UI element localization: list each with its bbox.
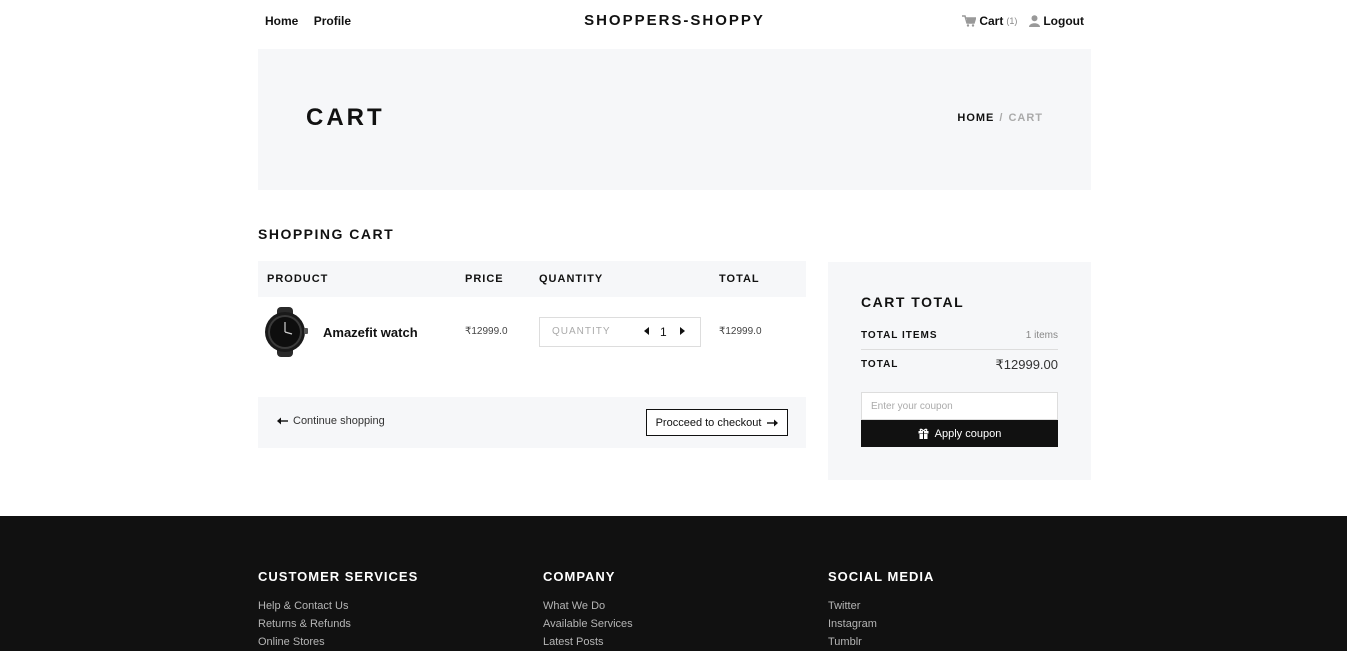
total-items-label: TOTAL ITEMS	[861, 330, 938, 341]
footer-link[interactable]: Latest Posts	[543, 633, 633, 651]
coupon-input[interactable]	[861, 392, 1058, 420]
quantity-increase-icon[interactable]	[680, 327, 685, 335]
product-image[interactable]	[261, 307, 309, 357]
column-header-total: TOTAL	[719, 273, 760, 285]
logout-link-label: Logout	[1043, 14, 1084, 28]
user-icon	[1029, 15, 1041, 27]
total-items-value: 1 items	[1025, 330, 1058, 341]
footer-link[interactable]: Available Services	[543, 615, 633, 633]
site-footer: CUSTOMER SERVICES Help & Contact Us Retu…	[0, 516, 1347, 651]
footer-link[interactable]: Returns & Refunds	[258, 615, 418, 633]
arrow-right-icon	[767, 419, 779, 426]
cart-actions: Continue shopping Procceed to checkout	[258, 397, 806, 448]
breadcrumb-current: CART	[1008, 112, 1043, 124]
proceed-to-checkout-button[interactable]: Procceed to checkout	[646, 409, 788, 436]
column-header-product: PRODUCT	[267, 273, 329, 285]
cart-total-panel: CART TOTAL TOTAL ITEMS 1 items TOTAL ₹12…	[828, 262, 1091, 480]
breadcrumb-home[interactable]: HOME	[957, 112, 994, 124]
total-row: TOTAL ₹12999.00	[861, 357, 1058, 377]
footer-link[interactable]: Instagram	[828, 615, 934, 633]
footer-link[interactable]: What We Do	[543, 597, 633, 615]
site-header: Home Profile SHOPPERS-SHOPPY Cart (1) Lo…	[258, 0, 1091, 44]
product-total: ₹12999.0	[719, 326, 762, 337]
apply-coupon-label: Apply coupon	[934, 427, 1002, 440]
footer-heading: CUSTOMER SERVICES	[258, 569, 419, 584]
quantity-stepper[interactable]: QUANTITY 1	[539, 317, 701, 347]
footer-link[interactable]: Tumblr	[828, 633, 934, 651]
breadcrumb-separator: /	[999, 112, 1004, 124]
column-header-quantity: QUANTITY	[539, 273, 604, 285]
footer-link[interactable]: Online Stores	[258, 633, 418, 651]
footer-column-company: COMPANY What We Do Available Services La…	[543, 569, 633, 651]
column-header-price: PRICE	[465, 273, 504, 285]
cart-icon	[962, 15, 977, 27]
cart-link-label: Cart	[979, 14, 1004, 28]
footer-link[interactable]: Twitter	[828, 597, 934, 615]
page-hero: CART HOME / CART	[258, 49, 1091, 190]
footer-heading: COMPANY	[543, 569, 616, 584]
shopping-cart-title: SHOPPING CART	[258, 226, 395, 242]
product-name[interactable]: Amazefit watch	[323, 325, 418, 340]
logout-link[interactable]: Logout	[1029, 14, 1084, 28]
checkout-button-label: Procceed to checkout	[655, 416, 762, 429]
user-nav: Cart (1) Logout	[962, 14, 1084, 28]
quantity-value[interactable]: 1	[660, 325, 667, 339]
table-row: Amazefit watch ₹12999.0 QUANTITY 1 ₹1299…	[258, 297, 806, 369]
continue-shopping-button[interactable]: Continue shopping	[277, 415, 385, 427]
cart-link[interactable]: Cart (1)	[962, 14, 1017, 28]
quantity-label: QUANTITY	[552, 326, 611, 337]
quantity-decrease-icon[interactable]	[644, 327, 649, 335]
arrow-left-icon	[277, 417, 288, 425]
cart-count-badge: (1)	[1006, 16, 1018, 26]
cart-total-title: CART TOTAL	[861, 294, 965, 310]
total-value: ₹12999.00	[995, 357, 1059, 372]
breadcrumb: HOME / CART	[957, 112, 1043, 124]
page-title: CART	[306, 104, 385, 131]
cart-table-header: PRODUCT PRICE QUANTITY TOTAL	[258, 261, 806, 297]
footer-heading: SOCIAL MEDIA	[828, 569, 935, 584]
product-price: ₹12999.0	[465, 326, 508, 337]
total-items-row: TOTAL ITEMS 1 items	[861, 328, 1058, 350]
apply-coupon-button[interactable]: Apply coupon	[861, 420, 1058, 447]
footer-column-social-media: SOCIAL MEDIA Twitter Instagram Tumblr	[828, 569, 934, 651]
gift-icon	[918, 428, 929, 439]
total-label: TOTAL	[861, 359, 899, 370]
footer-link[interactable]: Help & Contact Us	[258, 597, 418, 615]
continue-shopping-label: Continue shopping	[293, 415, 385, 427]
cart-table: PRODUCT PRICE QUANTITY TOTAL Amazefit wa…	[258, 261, 806, 369]
footer-column-customer-services: CUSTOMER SERVICES Help & Contact Us Retu…	[258, 569, 418, 651]
